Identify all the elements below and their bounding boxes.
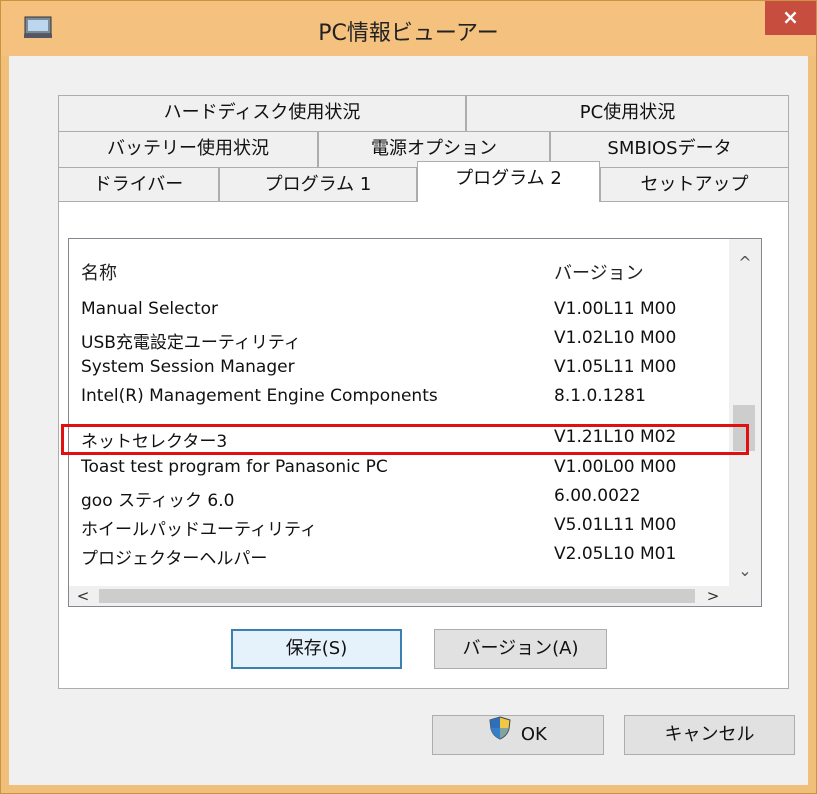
- column-header-name[interactable]: 名称: [81, 259, 117, 285]
- program-version: 6.00.0022: [554, 486, 641, 506]
- list-item[interactable]: プロジェクターヘルパー V2.05L10 M01: [69, 542, 719, 571]
- program-version: V1.05L11 M00: [554, 357, 677, 377]
- tab-label: プログラム 2: [455, 168, 562, 189]
- program-name: ホイールパッドユーティリティ: [81, 520, 317, 540]
- program-list[interactable]: 名称 バージョン Manual Selector V1.00L11 M00 USB…: [68, 238, 762, 607]
- horizontal-scrollbar[interactable]: < >: [69, 586, 761, 606]
- program-version: 8.1.0.1281: [554, 386, 646, 406]
- program-name: Intel(R) Management Engine Components: [81, 386, 438, 406]
- cancel-button[interactable]: キャンセル: [624, 715, 795, 755]
- tab-program-1[interactable]: プログラム 1: [219, 167, 417, 202]
- program-version: V5.01L11 M00: [554, 515, 677, 535]
- tab-setup[interactable]: セットアップ: [600, 167, 789, 202]
- scroll-left-icon[interactable]: <: [75, 586, 91, 606]
- program-name: Toast test program for Panasonic PC: [81, 457, 388, 477]
- pc-info-viewer-window: PC情報ビューアー × ハードディスク使用状況 PC使用状況 バッテリー使用状況…: [0, 0, 817, 794]
- list-item[interactable]: USB充電設定ユーティリティ V1.02L10 M00: [69, 326, 719, 355]
- highlight-box: [61, 424, 749, 455]
- tab-pc-usage[interactable]: PC使用状況: [466, 95, 789, 131]
- tab-driver[interactable]: ドライバー: [58, 167, 219, 202]
- tab-label: セットアップ: [640, 174, 749, 195]
- save-button[interactable]: 保存(S): [231, 629, 402, 669]
- title-bar[interactable]: PC情報ビューアー ×: [1, 1, 816, 56]
- tab-label: PC使用状況: [579, 102, 676, 123]
- program-version: V1.00L11 M00: [554, 299, 677, 319]
- horizontal-scroll-thumb[interactable]: [99, 589, 695, 603]
- program-name: System Session Manager: [81, 357, 295, 377]
- tab-label: ドライバー: [93, 174, 184, 195]
- tab-label: ハードディスク使用状況: [163, 102, 361, 123]
- ok-button[interactable]: OK: [432, 715, 604, 755]
- version-button[interactable]: バージョン(A): [434, 629, 607, 669]
- uac-shield-icon: [489, 716, 511, 754]
- window-title: PC情報ビューアー: [318, 21, 499, 46]
- list-item[interactable]: Manual Selector V1.00L11 M00: [69, 297, 719, 326]
- close-button[interactable]: ×: [765, 1, 816, 35]
- tab-label: 電源オプション: [371, 138, 497, 159]
- list-item[interactable]: Intel(R) Management Engine Components 8.1…: [69, 384, 719, 413]
- scroll-right-icon[interactable]: >: [705, 586, 721, 606]
- list-item[interactable]: System Session Manager V1.05L11 M00: [69, 355, 719, 384]
- list-item[interactable]: Toast test program for Panasonic PC V1.00…: [69, 455, 719, 484]
- tab-program-2[interactable]: プログラム 2: [417, 161, 600, 202]
- scroll-up-icon[interactable]: ^: [729, 253, 761, 272]
- program-name: プロジェクターヘルパー: [81, 549, 268, 569]
- list-item[interactable]: goo スティック 6.0 6.00.0022: [69, 484, 719, 513]
- list-item[interactable]: ホイールパッドユーティリティ V5.01L11 M00: [69, 513, 719, 542]
- tab-battery-usage[interactable]: バッテリー使用状況: [58, 131, 318, 167]
- program-version: V1.02L10 M00: [554, 328, 677, 348]
- program-version: V2.05L10 M01: [554, 544, 677, 564]
- tab-hard-disk-usage[interactable]: ハードディスク使用状況: [58, 95, 466, 131]
- program-version: V1.00L00 M00: [554, 457, 677, 477]
- program-name: USB充電設定ユーティリティ: [81, 333, 301, 353]
- tab-label: バッテリー使用状況: [107, 138, 269, 159]
- tab-label: SMBIOSデータ: [607, 138, 732, 159]
- scroll-down-icon[interactable]: ⌄: [729, 561, 761, 580]
- column-header-version[interactable]: バージョン: [554, 259, 644, 285]
- vertical-scrollbar[interactable]: ^ ⌄: [729, 239, 761, 586]
- program-name: goo スティック 6.0: [81, 491, 235, 511]
- tab-label: プログラム 1: [264, 174, 372, 195]
- program-name: Manual Selector: [81, 299, 219, 319]
- ok-label: OK: [520, 724, 547, 745]
